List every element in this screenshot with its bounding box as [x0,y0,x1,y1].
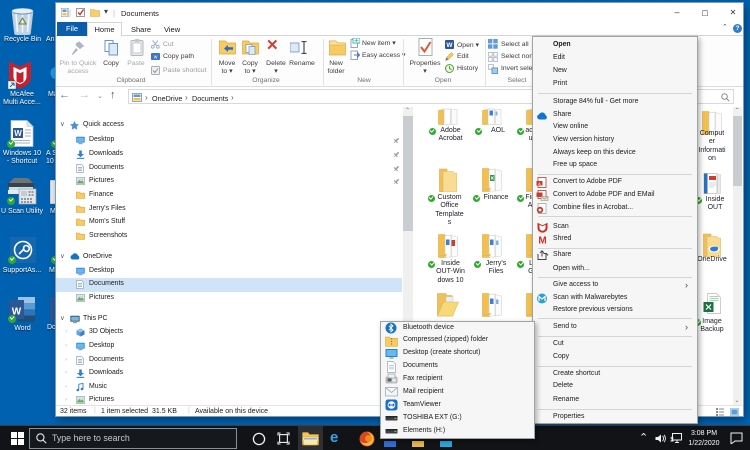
svg-text:M: M [538,236,546,246]
svg-text:W: W [14,129,22,138]
svg-text:W: W [446,42,453,49]
svg-text:w: w [154,55,158,61]
svg-text:A: A [538,180,541,185]
